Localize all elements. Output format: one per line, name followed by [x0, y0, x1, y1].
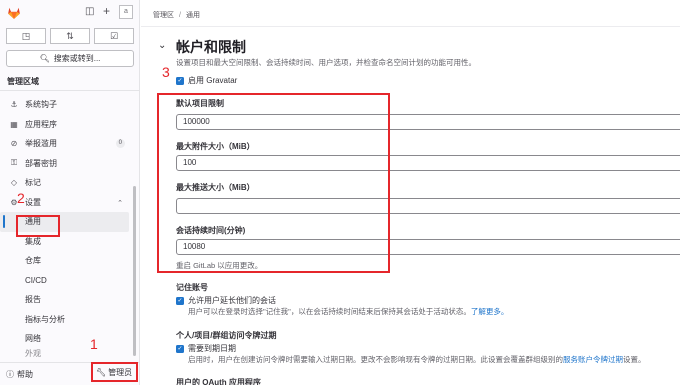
remember-me-checkbox-row[interactable]: ✓ 允许用户延长他们的会话: [176, 295, 276, 306]
token-expiry-label: 需要到期日期: [188, 344, 236, 353]
sidebar-item-label: CI/CD: [25, 275, 47, 285]
sidebar-item-label: 标记: [25, 178, 41, 188]
sidebar-item-label: 仓库: [25, 256, 41, 266]
learn-more-link[interactable]: 了解更多。: [471, 307, 509, 316]
help-label: 帮助: [17, 370, 33, 379]
sidebar-header: ◫ + a: [0, 0, 139, 26]
sidebar-item-label: 系统钩子: [25, 100, 57, 110]
checkbox-checked-icon[interactable]: ✓: [176, 344, 184, 353]
annotation-number-2: 2: [17, 190, 25, 206]
checkbox-checked-icon[interactable]: ✓: [176, 76, 184, 85]
sidebar-subitem-network[interactable]: 网络: [0, 329, 139, 349]
user-avatar[interactable]: a: [119, 5, 133, 19]
gitlab-logo[interactable]: [7, 6, 21, 20]
sidebar-subitem-reporting[interactable]: 报告: [0, 290, 139, 310]
issues-icon: ◳: [21, 30, 31, 41]
remember-me-help: 用户可以在登录时选择"记住我"，以在会话持续时间结束后保持其会话处于活动状态。了…: [188, 306, 508, 317]
search-button[interactable]: 🔍︎ 搜索或转到...: [6, 50, 134, 67]
sidebar-item-label: 部署密钥: [25, 158, 57, 168]
count-badge: 0: [115, 139, 125, 148]
remember-me-heading: 记住账号: [176, 283, 208, 292]
gravatar-label: 启用 Gravatar: [188, 76, 238, 85]
admin-area-title: 管理区域: [7, 77, 39, 86]
annotation-number-3: 3: [162, 64, 170, 80]
annotation-box-general: [16, 215, 60, 237]
issues-button[interactable]: ◳: [6, 28, 46, 44]
annotation-box-fields: [157, 93, 390, 273]
sidebar-toggle-icon[interactable]: ◫: [85, 6, 94, 17]
search-icon: 🔍︎: [39, 54, 50, 63]
sidebar-item-label: 集成: [25, 236, 41, 246]
token-expiry-checkbox-row[interactable]: ✓ 需要到期日期: [176, 343, 236, 354]
hook-icon: ⚓: [10, 100, 18, 110]
remember-me-help-text: 用户可以在登录时选择"记住我"，以在会话持续时间结束后保持其会话处于活动状态。: [188, 307, 471, 316]
token-expiry-help: 启用时，用户在创建访问令牌时需要输入过期日期。更改不会影响现有令牌的过期日期。此…: [188, 354, 646, 365]
sidebar-subitem-appearance[interactable]: 外观: [0, 349, 139, 359]
gravatar-checkbox-row[interactable]: ✓ 启用 Gravatar: [176, 75, 237, 86]
breadcrumb-root[interactable]: 管理区: [153, 12, 174, 19]
token-expiry-help-tail: 设置。: [623, 355, 646, 364]
sidebar-item-label: 应用程序: [25, 119, 57, 129]
key-icon: ⚿: [10, 158, 18, 168]
sidebar-subitem-metrics[interactable]: 指标与分析: [0, 310, 139, 330]
help-button[interactable]: ⓘ 帮助: [6, 369, 33, 380]
breadcrumb: 管理区 / 通用: [153, 12, 200, 19]
chevron-up-icon: ⌃: [117, 199, 123, 207]
sidebar-item-applications[interactable]: ▦ 应用程序: [0, 115, 139, 135]
sidebar-scrollbar[interactable]: [133, 186, 136, 356]
todo-icon: ☑: [109, 30, 119, 41]
search-label: 搜索或转到...: [53, 54, 101, 63]
annotation-box-admin: [91, 362, 138, 382]
sidebar-subitem-cicd[interactable]: CI/CD: [0, 271, 139, 291]
sidebar-item-system-hooks[interactable]: ⚓ 系统钩子: [0, 95, 139, 115]
sidebar-item-label: 网络: [25, 334, 41, 344]
help-icon: ⓘ: [6, 370, 14, 379]
breadcrumb-current[interactable]: 通用: [186, 12, 200, 19]
sidebar-quick-buttons: ◳ ⇅ ☑: [6, 28, 134, 44]
sidebar-subitem-repository[interactable]: 仓库: [0, 251, 139, 271]
merge-requests-button[interactable]: ⇅: [50, 28, 90, 44]
create-new-icon[interactable]: +: [103, 4, 110, 18]
oauth-heading: 用户的 OAuth 应用程序: [176, 378, 261, 385]
merge-request-icon: ⇅: [66, 30, 74, 41]
token-expiry-heading: 个人/项目/群组访问令牌过期: [176, 331, 277, 340]
token-expiry-help-text: 启用时，用户在创建访问令牌时需要输入过期日期。更改不会影响现有令牌的过期日期。此…: [188, 355, 563, 364]
sidebar-item-label: 指标与分析: [25, 314, 65, 324]
remember-me-label: 允许用户延长他们的会话: [188, 296, 276, 305]
section-title: 帐户和限制: [176, 39, 246, 55]
sidebar-item-label: 报告: [25, 295, 41, 305]
sidebar-item-label: 举报滥用: [25, 139, 57, 149]
header-divider: [141, 26, 680, 27]
section-description: 设置项目和最大空间限制、会话持续时间、用户选项，并检查命名空间计划的功能可用性。: [176, 58, 476, 67]
abuse-icon: ⊘: [10, 139, 18, 149]
service-account-token-link[interactable]: 服务账户令牌过期: [563, 355, 623, 364]
apps-icon: ▦: [10, 119, 18, 129]
sidebar-item-label: 设置: [25, 197, 41, 207]
sidebar-divider: [0, 90, 139, 91]
todos-button[interactable]: ☑: [94, 28, 134, 44]
chevron-down-icon[interactable]: ⌄: [158, 40, 166, 51]
annotation-number-1: 1: [90, 336, 98, 352]
sidebar-item-abuse-reports[interactable]: ⊘ 举报滥用 0: [0, 134, 139, 154]
checkbox-checked-icon[interactable]: ✓: [176, 296, 184, 305]
sidebar-item-label: 外观: [25, 349, 41, 358]
sidebar-item-deploy-keys[interactable]: ⚿ 部署密钥: [0, 154, 139, 174]
label-icon: ◇: [10, 178, 18, 188]
